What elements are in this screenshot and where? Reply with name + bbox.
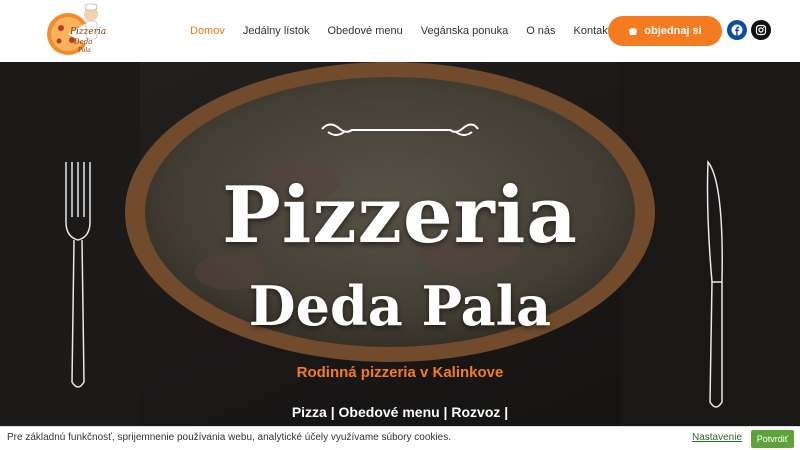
cookie-confirm-button[interactable]: Potvrdiť <box>751 430 794 448</box>
nav-item-veganska-ponuka[interactable]: Vegánska ponuka <box>421 25 508 37</box>
cookie-settings-link[interactable]: Nastavenie <box>692 432 742 443</box>
hero-title-2: Deda Pala <box>248 274 552 338</box>
facebook-icon[interactable] <box>727 20 747 40</box>
hero-subtitle: Rodinná pizzeria v Kalinkove <box>296 364 504 381</box>
nav-item-kontakt[interactable]: Kontakt <box>574 25 611 37</box>
hero-services: Pizza | Obedové menu | Rozvoz | <box>291 404 509 420</box>
main-nav: Domov Jedálny lístok Obedové menu Vegáns… <box>190 0 629 62</box>
nav-item-jedalny-listok[interactable]: Jedálny lístok <box>243 25 310 37</box>
hero-section: Pizzeria Deda Pala Rodinná pizzeria v Ka… <box>0 62 800 426</box>
order-button[interactable]: objednaj si <box>608 16 722 46</box>
cookie-text: Pre základnú funkčnosť, sprijemnenie pou… <box>7 432 451 443</box>
hero-title: Pizzeria <box>222 170 578 261</box>
takeout-icon <box>628 26 638 36</box>
nav-item-domov[interactable]: Domov <box>190 25 225 37</box>
cookie-bar: Pre základnú funkčnosť, sprijemnenie pou… <box>0 426 800 450</box>
order-button-label: objednaj si <box>644 25 702 37</box>
nav-item-o-nas[interactable]: O nás <box>526 25 555 37</box>
nav-item-obedove-menu[interactable]: Obedové menu <box>328 25 403 37</box>
instagram-icon[interactable] <box>751 20 771 40</box>
pizzeria-logo[interactable]: Pizzeria Deda Pala <box>44 2 106 60</box>
svg-text:Pizzeria: Pizzeria <box>69 27 106 37</box>
svg-text:Deda: Deda <box>73 38 92 46</box>
site-header: Pizzeria Deda Pala Domov Jedálny lístok … <box>0 0 800 62</box>
svg-text:Pala: Pala <box>77 47 91 54</box>
